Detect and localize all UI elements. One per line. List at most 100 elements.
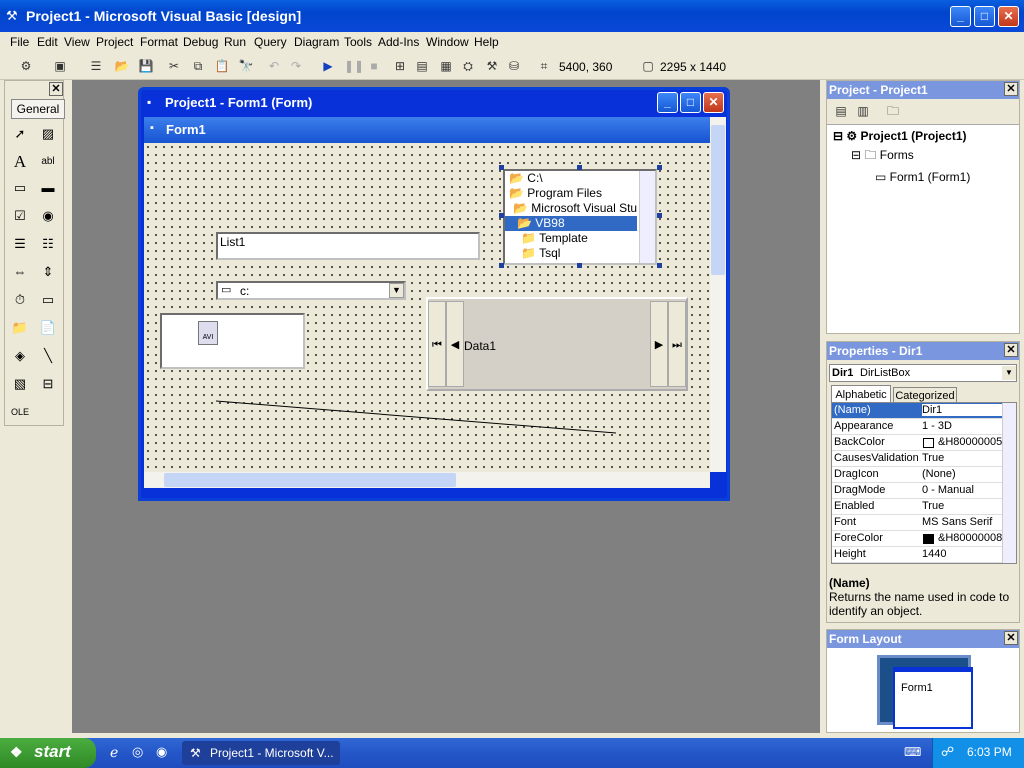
hscrollbar-tool-icon[interactable]: ⇔ — [9, 261, 31, 283]
optionbutton-tool-icon[interactable]: ◉ — [37, 205, 59, 227]
start-icon[interactable]: ▶ — [320, 58, 336, 74]
tree-item-project1[interactable]: ⊟ ⚙ Project1 (Project1) — [833, 129, 970, 143]
toolbox-tab-general[interactable]: General — [11, 99, 65, 119]
menu-edit[interactable]: Edit — [37, 35, 58, 49]
form-caption-bar[interactable]: ▪ Form1 — [144, 117, 714, 143]
menu-help[interactable]: Help — [474, 35, 499, 49]
property-row[interactable]: Height 1440 — [832, 547, 1002, 563]
menu-tools[interactable]: Tools — [344, 35, 372, 49]
project-pane-close-icon[interactable]: ✕ — [1004, 82, 1018, 96]
network-icon[interactable]: ☍ — [941, 744, 954, 760]
property-row[interactable]: Enabled True — [832, 499, 1002, 515]
property-row[interactable]: DragMode 0 - Manual — [832, 483, 1002, 499]
menu-view[interactable]: View — [64, 35, 90, 49]
pointer-tool-icon[interactable]: ➚ — [9, 123, 31, 145]
menu-project[interactable]: Project — [96, 35, 133, 49]
property-row[interactable]: ForeColor &H80000008 — [832, 531, 1002, 547]
menu-debug[interactable]: Debug — [183, 35, 218, 49]
layout-form-preview[interactable]: Form1 — [893, 667, 973, 729]
filelistbox-tool-icon[interactable]: 📄 — [37, 317, 59, 339]
break-icon[interactable]: ❚❚ — [344, 58, 364, 74]
vscroll-thumb[interactable] — [711, 125, 725, 275]
shape-tool-icon[interactable]: ◈ — [9, 345, 31, 367]
end-icon[interactable]: ■ — [366, 58, 382, 74]
checkbox-tool-icon[interactable]: ☑ — [9, 205, 31, 227]
undo-icon[interactable]: ↶ — [266, 58, 282, 74]
project-explorer-icon[interactable]: ⊞ — [392, 58, 408, 74]
cut-icon[interactable]: ✂ — [166, 58, 182, 74]
add-project-icon[interactable]: ⚙ — [18, 58, 34, 74]
menu-run[interactable]: Run — [224, 35, 246, 49]
properties-window-icon[interactable]: ▤ — [414, 58, 430, 74]
vb-app-icon[interactable]: ⚒ — [6, 8, 18, 24]
taskbar-button-vb[interactable]: ⚒ Project1 - Microsoft V... — [182, 741, 340, 765]
menu-format[interactable]: Format — [140, 35, 178, 49]
open-icon[interactable]: 📂 — [114, 58, 130, 74]
property-row[interactable]: Appearance 1 - 3D — [832, 419, 1002, 435]
combobox-tool-icon[interactable]: ☰ — [9, 233, 31, 255]
maximize-button[interactable]: □ — [974, 6, 995, 27]
label-tool-icon[interactable]: A — [9, 151, 31, 173]
minimize-button[interactable]: _ — [950, 6, 971, 27]
menu-window[interactable]: Window — [426, 35, 469, 49]
form-maximize-button[interactable]: □ — [680, 92, 701, 113]
add-form-icon[interactable]: ▣ — [52, 58, 68, 74]
data-view-icon[interactable]: ⛁ — [506, 58, 522, 74]
object-browser-icon[interactable]: ⛭ — [460, 58, 476, 74]
form-layout-close-icon[interactable]: ✕ — [1004, 631, 1018, 645]
view-code-icon[interactable]: ▤ — [833, 103, 849, 119]
save-icon[interactable]: 💾 — [138, 58, 154, 74]
form-designer-window[interactable]: ▪ Project1 - Form1 (Form) _ □ ✕ ▪ Form1 … — [138, 87, 730, 501]
vscrollbar-tool-icon[interactable]: ⇕ — [37, 261, 59, 283]
toolbox-close-icon[interactable]: ✕ — [49, 82, 63, 96]
tree-item-forms[interactable]: ⊟ 🗀 Forms — [833, 146, 970, 167]
media-player-icon[interactable]: ◎ — [132, 744, 143, 760]
toggle-folders-icon[interactable]: 🗀 — [885, 103, 901, 119]
property-row[interactable]: CausesValidation True — [832, 451, 1002, 467]
form-layout-icon[interactable]: ▦ — [438, 58, 454, 74]
dirlistbox-tool-icon[interactable]: 📁 — [9, 317, 31, 339]
close-button[interactable]: ✕ — [998, 6, 1019, 27]
keyboard-icon[interactable]: ⌨ — [904, 745, 921, 759]
copy-icon[interactable]: ⧉ — [190, 58, 206, 74]
form-horizontal-scrollbar[interactable] — [144, 472, 710, 488]
quick-launch-icon[interactable]: ◉ — [156, 744, 167, 760]
line-tool-icon[interactable]: ╲ — [37, 345, 59, 367]
frame-tool-icon[interactable]: ▭ — [9, 177, 31, 199]
textbox-tool-icon[interactable]: abl — [37, 151, 59, 173]
toolbox-icon[interactable]: ⚒ — [484, 58, 500, 74]
property-row[interactable]: BackColor &H80000005 — [832, 435, 1002, 451]
image-tool-icon[interactable]: ▧ — [9, 373, 31, 395]
property-scrollbar[interactable] — [1002, 403, 1016, 563]
listbox-tool-icon[interactable]: ☷ — [37, 233, 59, 255]
menu-addins[interactable]: Add-Ins — [378, 35, 419, 49]
object-selector-chevron-down-icon[interactable]: ▼ — [1002, 366, 1016, 380]
line-control[interactable] — [144, 143, 710, 472]
form-minimize-button[interactable]: _ — [657, 92, 678, 113]
find-icon[interactable]: 🔭 — [238, 58, 254, 74]
property-row[interactable]: Font MS Sans Serif — [832, 515, 1002, 531]
menu-file[interactable]: File — [10, 35, 29, 49]
picturebox-tool-icon[interactable]: ▨ — [37, 123, 59, 145]
hscroll-thumb[interactable] — [164, 473, 456, 487]
menu-diagram[interactable]: Diagram — [294, 35, 339, 49]
property-row[interactable]: DragIcon (None) — [832, 467, 1002, 483]
form-canvas[interactable]: List1 ▭ c: ▼ 📂 C:\ 📂 Program Files 📂 Mic… — [144, 143, 710, 472]
view-object-icon[interactable]: ▥ — [855, 103, 871, 119]
form-vertical-scrollbar[interactable] — [710, 117, 726, 472]
tree-item-form1[interactable]: ▭ Form1 (Form1) — [833, 170, 970, 184]
menu-query[interactable]: Query — [254, 35, 287, 49]
drivelistbox-tool-icon[interactable]: ▭ — [37, 289, 59, 311]
data-tool-icon[interactable]: ⊟ — [37, 373, 59, 395]
paste-icon[interactable]: 📋 — [214, 58, 230, 74]
object-selector[interactable]: Dir1 DirListBox ▼ — [829, 364, 1017, 382]
commandbutton-tool-icon[interactable]: ▬ — [37, 177, 59, 199]
properties-pane-close-icon[interactable]: ✕ — [1004, 343, 1018, 357]
ole-tool-icon[interactable]: OLE — [9, 401, 31, 423]
menu-editor-icon[interactable]: ☰ — [88, 58, 104, 74]
ie-icon[interactable]: ℯ — [110, 744, 118, 761]
timer-tool-icon[interactable]: ⏱ — [9, 289, 31, 311]
form-close-button[interactable]: ✕ — [703, 92, 724, 113]
redo-icon[interactable]: ↷ — [288, 58, 304, 74]
property-row[interactable]: (Name) Dir1 — [832, 403, 1002, 419]
